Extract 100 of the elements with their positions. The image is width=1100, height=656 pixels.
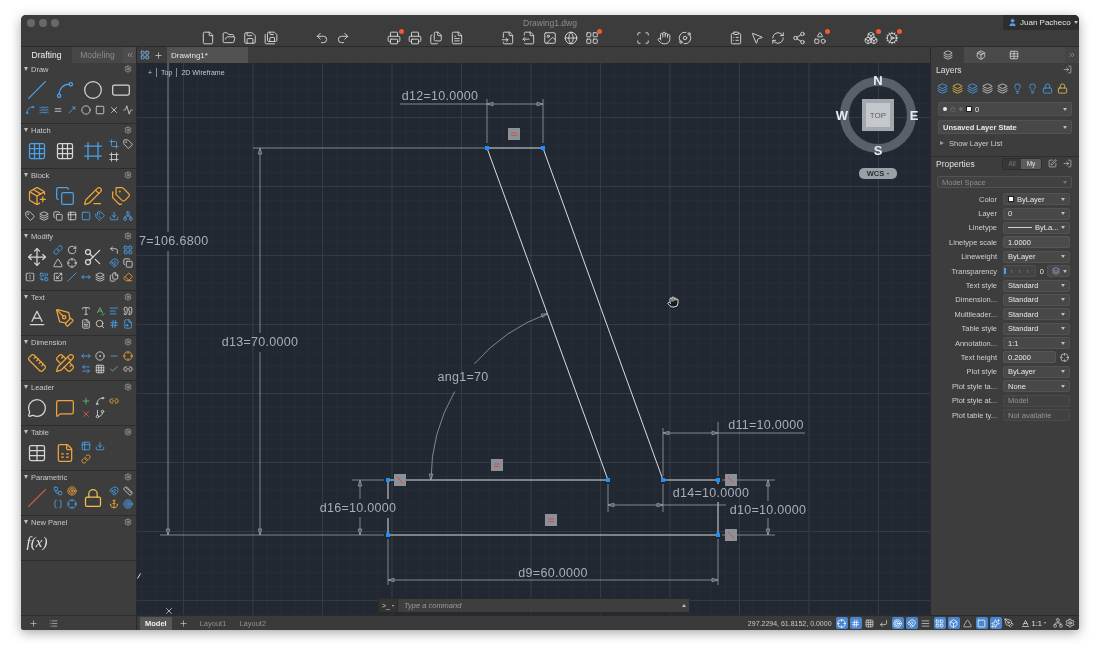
boxes-icon[interactable] xyxy=(864,31,878,45)
file-export-icon[interactable] xyxy=(522,31,536,45)
frame-icon[interactable] xyxy=(109,152,119,163)
image-icon[interactable] xyxy=(543,31,557,45)
command-history-button[interactable] xyxy=(678,598,690,613)
spline-icon[interactable] xyxy=(95,395,105,406)
pencil-line-icon[interactable] xyxy=(83,185,103,206)
document-icon[interactable] xyxy=(81,319,91,330)
wave-icon[interactable] xyxy=(39,105,49,115)
plus-icon[interactable] xyxy=(154,50,163,60)
pen-nib-icon[interactable] xyxy=(1003,618,1014,628)
network-icon[interactable] xyxy=(1053,618,1063,628)
status-toggle[interactable] xyxy=(933,617,946,629)
grip-point-icon[interactable] xyxy=(485,146,489,150)
plus-icon[interactable] xyxy=(29,618,38,628)
grip-point-icon[interactable] xyxy=(716,533,720,537)
status-toggle[interactable] xyxy=(835,617,848,629)
cross-icon[interactable] xyxy=(81,409,91,420)
shapes-icon[interactable] xyxy=(813,31,827,45)
flip-icon[interactable] xyxy=(25,272,35,282)
constraint-marker-icon[interactable] xyxy=(725,474,737,486)
function-tool[interactable]: f(x) xyxy=(23,534,51,551)
crosshair-icon[interactable] xyxy=(67,499,77,510)
layers-icon[interactable] xyxy=(982,83,993,94)
status-toggle[interactable] xyxy=(989,617,1002,629)
pen-nib-icon[interactable] xyxy=(55,307,75,328)
redo-icon[interactable] xyxy=(336,31,350,45)
circle-icon[interactable] xyxy=(81,105,91,115)
copy-icon[interactable] xyxy=(53,211,63,221)
grid-square-icon[interactable] xyxy=(95,364,105,375)
status-toggle[interactable] xyxy=(877,617,890,629)
search-icon[interactable] xyxy=(95,319,105,330)
letter-t-icon[interactable] xyxy=(81,305,91,316)
cog-icon[interactable] xyxy=(885,31,899,45)
constraint-marker-icon[interactable] xyxy=(725,529,737,541)
grid-tiles-icon[interactable] xyxy=(140,50,150,60)
settings-icon[interactable] xyxy=(124,518,132,526)
settings-icon[interactable] xyxy=(124,338,132,346)
grip-point-icon[interactable] xyxy=(386,478,390,482)
scissors-icon[interactable] xyxy=(83,246,103,267)
globe-icon[interactable] xyxy=(564,31,578,45)
copy-icon[interactable] xyxy=(123,258,133,269)
layers-icon[interactable] xyxy=(937,83,948,94)
printer-icon[interactable] xyxy=(387,31,401,45)
crosshair-icon[interactable] xyxy=(123,350,133,361)
layers-icon[interactable] xyxy=(967,83,978,94)
save-all-icon[interactable] xyxy=(264,31,278,45)
lock-icon[interactable] xyxy=(83,487,103,508)
layers-icon[interactable] xyxy=(952,83,963,94)
orbit-icon[interactable] xyxy=(678,31,692,45)
lightbulb-icon[interactable] xyxy=(1012,83,1023,94)
grid-square-icon[interactable] xyxy=(27,140,47,161)
line-icon[interactable] xyxy=(67,272,77,282)
grip-point-icon[interactable] xyxy=(716,478,720,482)
package-plus-icon[interactable] xyxy=(27,185,47,206)
left-right-arrows-icon[interactable] xyxy=(81,364,91,375)
constraint-marker-icon[interactable] xyxy=(491,459,503,471)
palette-tab[interactable] xyxy=(931,47,964,63)
disclosure-triangle-icon[interactable] xyxy=(24,295,28,299)
status-toggle[interactable] xyxy=(849,617,862,629)
square-icon[interactable] xyxy=(81,211,91,221)
refresh-arrows-icon[interactable] xyxy=(771,31,785,45)
user-menu-button[interactable]: Juan Pacheco xyxy=(1003,15,1079,30)
link-icon[interactable] xyxy=(53,244,63,255)
anchor-icon[interactable] xyxy=(109,499,119,510)
frame-icon[interactable] xyxy=(83,140,103,161)
grid-square-icon[interactable] xyxy=(55,140,75,161)
pointer-icon[interactable] xyxy=(750,31,764,45)
crosshair-icon[interactable] xyxy=(67,258,77,269)
settings-icon[interactable] xyxy=(124,428,132,436)
share-icon[interactable] xyxy=(792,31,806,45)
circle-dot-icon[interactable] xyxy=(95,350,105,361)
grip-point-icon[interactable] xyxy=(661,478,665,482)
magnet-icon[interactable] xyxy=(109,485,119,496)
equal-lines-icon[interactable] xyxy=(53,105,63,115)
spell-check-icon[interactable] xyxy=(95,305,105,316)
disclosure-triangle-icon[interactable] xyxy=(24,385,28,389)
status-toggle[interactable] xyxy=(919,617,932,629)
status-toggle[interactable] xyxy=(961,617,974,629)
files-icon[interactable] xyxy=(429,31,443,45)
palette-tab[interactable]: Drafting xyxy=(21,47,72,63)
horizontal-arrows-icon[interactable] xyxy=(81,272,91,282)
settings-icon[interactable] xyxy=(124,171,132,179)
tags-icon[interactable] xyxy=(95,211,105,221)
spreadsheet-icon[interactable] xyxy=(55,442,75,463)
folder-icon[interactable] xyxy=(222,31,236,45)
zigzag-icon[interactable] xyxy=(123,105,133,115)
document-icon[interactable] xyxy=(450,31,464,45)
copy-icon[interactable] xyxy=(55,185,75,206)
lightbulb-icon[interactable] xyxy=(1027,83,1038,94)
save-icon[interactable] xyxy=(243,31,257,45)
scan-frame-icon[interactable] xyxy=(636,31,650,45)
grip-point-icon[interactable] xyxy=(386,533,390,537)
crop-icon[interactable] xyxy=(109,138,119,149)
lock-icon[interactable] xyxy=(1057,83,1068,94)
disclosure-triangle-icon[interactable] xyxy=(24,340,28,344)
layers-icon[interactable] xyxy=(95,272,105,282)
file-import-icon[interactable] xyxy=(123,319,133,330)
settings-icon[interactable] xyxy=(124,65,132,73)
plus-icon[interactable] xyxy=(81,395,91,406)
